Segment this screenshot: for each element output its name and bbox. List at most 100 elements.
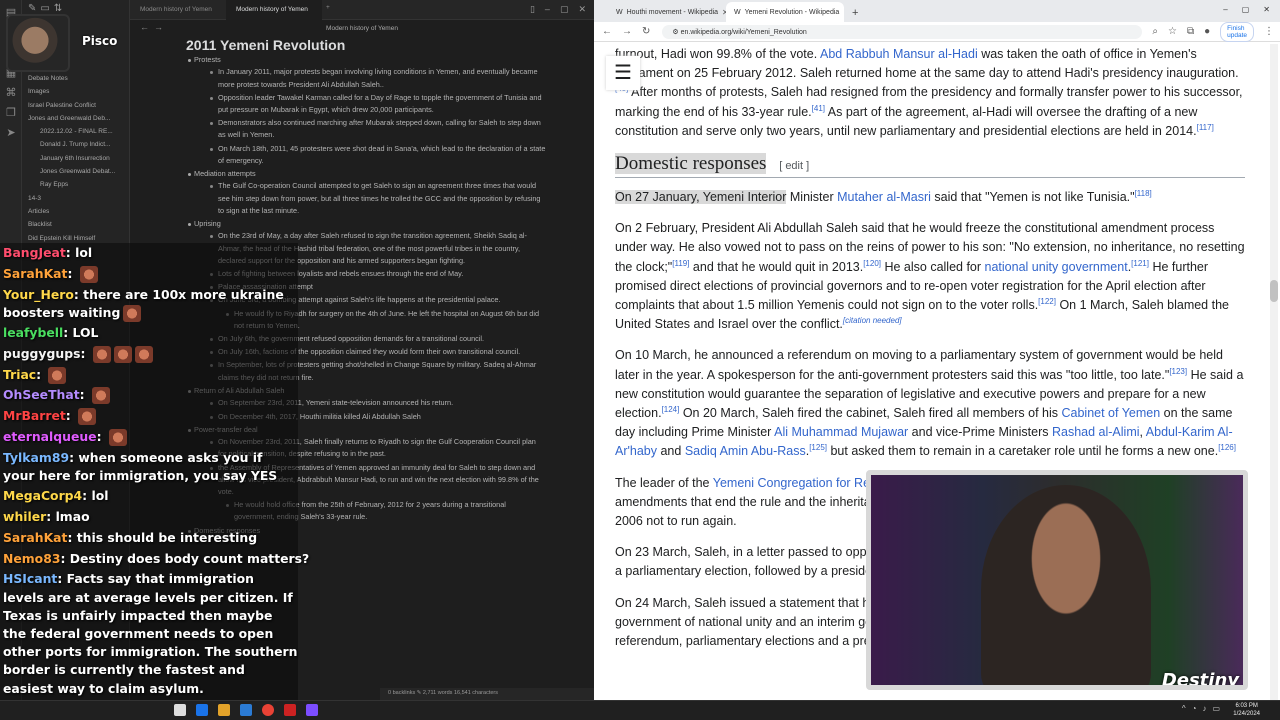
- profile-icon[interactable]: ●: [1204, 26, 1210, 37]
- file-tree-item[interactable]: Donald J. Trump Indict...: [28, 138, 129, 151]
- close-icon[interactable]: ✕: [1263, 5, 1270, 14]
- chat-username[interactable]: SarahKat: [3, 266, 67, 281]
- finish-update-button[interactable]: Finish update: [1220, 21, 1255, 42]
- file-tree-item[interactable]: Debate Notes: [28, 72, 129, 85]
- minimize-icon[interactable]: –: [1223, 5, 1227, 14]
- reload-icon[interactable]: ↻: [642, 26, 650, 37]
- citation-link[interactable]: [118]: [1135, 189, 1152, 198]
- clock-date: 1/24/2024: [1233, 711, 1260, 717]
- tray-expand-icon[interactable]: ^: [1182, 704, 1186, 713]
- network-icon[interactable]: ◔: [1192, 704, 1197, 713]
- wiki-link[interactable]: Ali Muhammad Mujawar: [774, 425, 908, 439]
- chrome-icon[interactable]: [262, 704, 274, 716]
- file-tree-item[interactable]: 2022.12.02 - FINAL RE...: [28, 125, 129, 138]
- obsidian-icon[interactable]: [306, 704, 318, 716]
- scrollbar-track[interactable]: [1270, 44, 1278, 700]
- citation-link[interactable]: [41]: [812, 103, 825, 112]
- wiki-link[interactable]: Abd Rabbuh Mansur al-Hadi: [820, 47, 978, 61]
- clock[interactable]: 6:03 PM 1/24/2024: [1233, 702, 1260, 718]
- chat-username[interactable]: puggygups: [3, 346, 80, 361]
- chat-message: Your_Hero: there are 100x more ukraine b…: [0, 286, 298, 322]
- menu-icon[interactable]: ⋮: [1264, 26, 1274, 37]
- maximize-icon[interactable]: ▢: [560, 4, 569, 15]
- new-tab-button[interactable]: +: [322, 0, 342, 20]
- edge-icon[interactable]: [196, 704, 208, 716]
- bookmark-star-icon[interactable]: ☆: [1168, 26, 1177, 37]
- wiki-link[interactable]: Sadiq Amin Abu-Rass: [685, 444, 806, 458]
- citation-link[interactable]: [117]: [1197, 123, 1214, 132]
- heading-text: Domestic responses: [615, 153, 767, 175]
- wiki-link[interactable]: Mutaher al-Masri: [837, 190, 931, 204]
- tab-note-1[interactable]: Modern history of Yemen: [130, 0, 226, 20]
- windows-start-icon[interactable]: [174, 704, 186, 716]
- outline-section: Uprising: [186, 218, 594, 230]
- wiki-link[interactable]: Cabinet of Yemen: [1062, 406, 1161, 420]
- tab-houthi[interactable]: W Houthi movement - Wikipedia ✕: [608, 2, 726, 22]
- wiki-link[interactable]: national unity government: [985, 260, 1128, 274]
- new-tab-button[interactable]: +: [844, 4, 866, 22]
- toc-menu-icon[interactable]: ☰: [606, 56, 640, 90]
- file-tree-item[interactable]: 14-3: [28, 192, 129, 205]
- file-tree-item[interactable]: Images: [28, 85, 129, 98]
- file-tree-item[interactable]: Jones Greenwald Debat...: [28, 165, 129, 178]
- citation-link[interactable]: [120]: [863, 258, 881, 267]
- volume-icon[interactable]: ♪: [1202, 704, 1206, 713]
- minimize-icon[interactable]: –: [545, 4, 550, 15]
- citation-link[interactable]: [121]: [1131, 258, 1149, 267]
- file-tree-item[interactable]: Blacklist: [28, 218, 129, 231]
- file-tree-item[interactable]: Jones and Greenwald Deb...: [28, 112, 129, 125]
- file-tree-item[interactable]: Ray Epps: [28, 178, 129, 191]
- chat-username[interactable]: MegaCorp4: [3, 488, 82, 503]
- edit-section-link[interactable]: [ edit ]: [779, 160, 809, 172]
- close-icon[interactable]: ✕: [578, 4, 586, 15]
- battery-icon[interactable]: ▭: [1212, 704, 1220, 713]
- zoom-icon[interactable]: ⌕: [1152, 26, 1158, 37]
- chat-username[interactable]: HSIcant: [3, 571, 57, 586]
- template-icon[interactable]: ❐: [4, 106, 18, 120]
- chat-username[interactable]: OhSeeThat: [3, 387, 80, 402]
- chat-username[interactable]: eternalqueue: [3, 429, 97, 444]
- streamer-name: Pisco: [82, 34, 118, 48]
- store-icon[interactable]: [240, 704, 252, 716]
- text-run: and: [657, 444, 685, 459]
- red-app-icon[interactable]: [284, 704, 296, 716]
- wiki-link[interactable]: Rashad al-Alimi: [1052, 425, 1140, 439]
- maximize-icon[interactable]: ▢: [1242, 5, 1250, 14]
- command-icon[interactable]: ⌘: [4, 86, 18, 100]
- citation-link[interactable]: [122]: [1038, 297, 1056, 306]
- tab-note-2[interactable]: Modern history of Yemen: [226, 0, 322, 20]
- scrollbar-thumb[interactable]: [1270, 280, 1278, 302]
- chat-username[interactable]: MrBarret: [3, 408, 66, 423]
- chat-username[interactable]: Triac: [3, 367, 36, 382]
- forward-icon[interactable]: →: [622, 26, 632, 37]
- chat-emote-icon: [113, 345, 132, 363]
- citation-link[interactable]: [119]: [672, 258, 689, 267]
- citation-link[interactable]: [123]: [1169, 366, 1187, 375]
- file-tree-item[interactable]: Articles: [28, 205, 129, 218]
- file-tree-item[interactable]: Israel Palestine Conflict: [28, 99, 129, 112]
- file-tree-item[interactable]: January 6th Insurrection: [28, 152, 129, 165]
- chat-username[interactable]: whiler: [3, 509, 46, 524]
- publish-icon[interactable]: ➤: [4, 126, 18, 140]
- chat-message: MrBarret:: [0, 406, 298, 427]
- citation-needed-link[interactable]: [citation needed]: [843, 316, 902, 325]
- address-bar[interactable]: ⚙ en.wikipedia.org/wiki/Yemeni_Revolutio…: [662, 24, 1143, 39]
- wiki-link[interactable]: Yemeni Congregation for Refo: [713, 476, 881, 490]
- citation-link[interactable]: [124]: [662, 405, 680, 414]
- file-explorer-icon[interactable]: [218, 704, 230, 716]
- back-icon[interactable]: ←: [602, 26, 612, 37]
- tab-yemeni-revolution[interactable]: W Yemeni Revolution - Wikipedia ✕: [726, 2, 844, 22]
- site-info-icon[interactable]: ⚙: [672, 29, 680, 36]
- layout-icon[interactable]: ▯: [530, 4, 535, 15]
- webcam-overlay: Destiny: [866, 470, 1248, 690]
- chat-username[interactable]: SarahKat: [3, 530, 67, 545]
- citation-link[interactable]: [126]: [1218, 443, 1236, 452]
- citation-link[interactable]: [125]: [809, 443, 827, 452]
- chat-username[interactable]: Your_Hero: [3, 287, 74, 302]
- chat-username[interactable]: Nemo83: [3, 551, 60, 566]
- chat-username[interactable]: Tylkam89: [3, 450, 69, 465]
- chat-emote-icon: [91, 387, 110, 405]
- extensions-icon[interactable]: ⧉: [1187, 26, 1194, 37]
- chat-username[interactable]: leafybell: [3, 325, 63, 340]
- chat-username[interactable]: BangJeat: [3, 245, 66, 260]
